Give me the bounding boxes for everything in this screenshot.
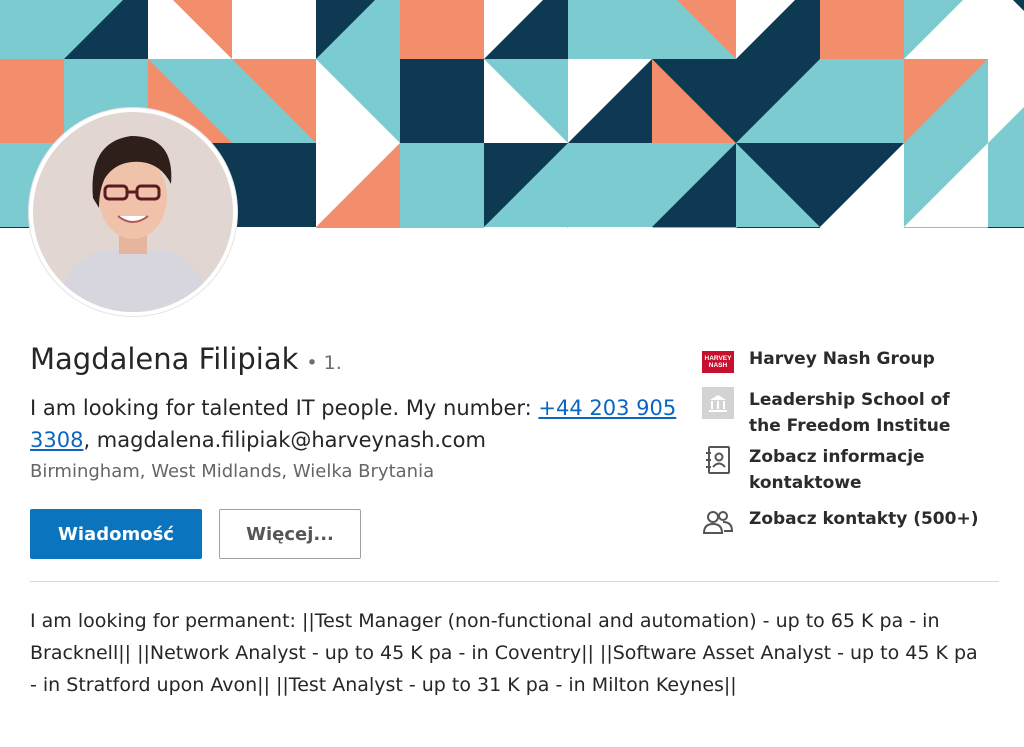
people-icon — [702, 506, 734, 538]
school-name: Leadership School of the Freedom Institu… — [749, 390, 951, 436]
connection-degree: • 1. — [306, 352, 342, 374]
profile-location: Birmingham, West Midlands, Wielka Brytan… — [30, 461, 435, 482]
school-icon — [702, 387, 734, 419]
profile-avatar[interactable] — [33, 112, 233, 312]
sidebar-company[interactable]: HARVEY NASH Harvey Nash Group — [702, 346, 935, 378]
profile-summary: I am looking for permanent: ||Test Manag… — [30, 610, 978, 696]
profile-headline: I am looking for talented IT people. My … — [30, 392, 680, 456]
contact-info-link: Zobacz informacje kontaktowe — [749, 447, 925, 493]
company-name: Harvey Nash Group — [749, 349, 935, 369]
name-row: Magdalena Filipiak • 1. — [30, 342, 342, 376]
company-logo: HARVEY NASH — [702, 346, 734, 378]
headline-text: I am looking for talented IT people. My … — [30, 396, 539, 420]
svg-text:HARVEY: HARVEY — [705, 355, 733, 362]
section-divider — [30, 581, 999, 582]
more-button[interactable]: Więcej... — [219, 509, 361, 559]
svg-text:NASH: NASH — [709, 362, 728, 369]
avatar-photo — [33, 112, 233, 312]
headline-email: , magdalena.filipiak@harveynash.com — [83, 428, 486, 452]
sidebar-connections[interactable]: Zobacz kontakty (500+) — [702, 506, 978, 538]
sidebar-school[interactable]: Leadership School of the Freedom Institu… — [702, 387, 979, 439]
message-button[interactable]: Wiadomość — [30, 509, 202, 559]
contact-card-icon — [702, 444, 734, 476]
sidebar-contact-info[interactable]: Zobacz informacje kontaktowe — [702, 444, 949, 496]
connections-link: Zobacz kontakty (500+) — [749, 509, 979, 529]
profile-name: Magdalena Filipiak — [30, 342, 299, 376]
